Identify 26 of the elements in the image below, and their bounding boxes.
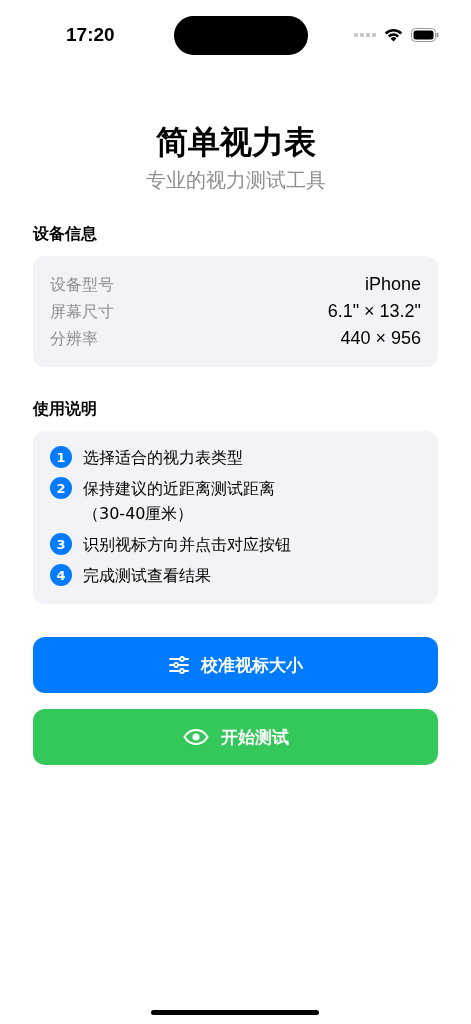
- section-heading: 使用说明: [33, 398, 98, 420]
- battery-icon: [411, 28, 439, 42]
- wifi-icon: [384, 28, 403, 42]
- eye-icon: [182, 729, 209, 745]
- info-label: 设备型号: [50, 274, 114, 296]
- step-text: 选择适合的视力表类型: [83, 447, 243, 469]
- info-value: 440 × 956: [340, 327, 421, 350]
- step-number-badge: 2: [50, 477, 72, 499]
- calibrate-button[interactable]: 校准视标大小: [33, 637, 438, 693]
- start-test-button[interactable]: 开始测试: [33, 709, 438, 765]
- signal-icon: [354, 33, 376, 37]
- info-value: 6.1" × 13.2": [327, 300, 421, 323]
- app-title: 简单视力表: [154, 122, 317, 163]
- section-heading: 设备信息: [33, 223, 98, 245]
- info-label: 屏幕尺寸: [50, 301, 114, 323]
- info-value: iPhone: [364, 273, 421, 296]
- step-number-badge: 1: [50, 446, 72, 468]
- step-number-badge: 3: [50, 533, 72, 555]
- step-text: 完成测试查看结果: [83, 565, 211, 587]
- app-subtitle: 专业的视力测试工具: [144, 167, 327, 194]
- info-label: 分辨率: [50, 328, 98, 350]
- step-number-badge: 4: [50, 564, 72, 586]
- step-text: 识别视标方向并点击对应按钮: [83, 534, 291, 556]
- sliders-icon: [168, 656, 189, 674]
- step-text: 保持建议的近距离测试距离 （30-40厘米）: [83, 478, 275, 525]
- status-time: 17:20: [66, 24, 115, 46]
